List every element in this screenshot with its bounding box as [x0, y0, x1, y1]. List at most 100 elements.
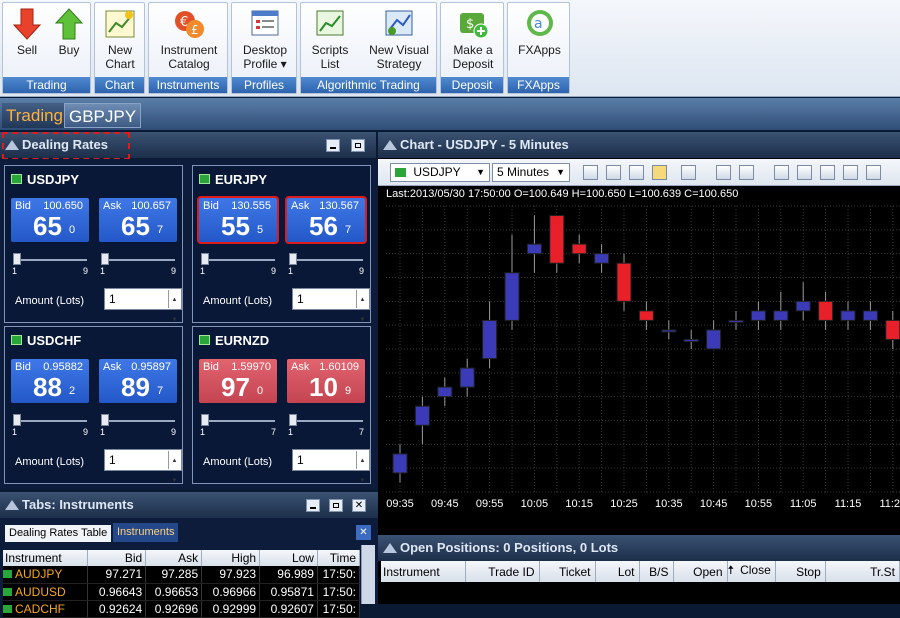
ask-slider[interactable]: 19 — [99, 251, 177, 276]
close-instruments-button[interactable]: ✕ — [352, 499, 366, 512]
slider-thumb[interactable] — [289, 253, 297, 265]
save-icon[interactable] — [866, 165, 881, 180]
buy-arrow-icon — [53, 7, 85, 41]
instrument-cell: CADCHF — [3, 600, 89, 618]
chart-type-icon[interactable] — [843, 165, 858, 180]
slider-thumb[interactable] — [13, 414, 21, 426]
minimize-instruments-button[interactable] — [306, 499, 320, 512]
ask-button[interactable]: Ask 130.567 56 7 — [285, 196, 367, 244]
indicators-icon[interactable] — [716, 165, 731, 180]
scripts-list-button[interactable]: Scripts List — [303, 7, 357, 71]
tab-trading[interactable]: Trading — [2, 103, 68, 128]
zoom-out-icon[interactable] — [606, 165, 621, 180]
chevron-down-icon: ▼ — [556, 167, 565, 177]
symbol-select[interactable]: USDJPY ▼ — [390, 163, 490, 182]
column-header[interactable]: Trade ID — [465, 561, 540, 582]
tab-gbpjpy[interactable]: GBPJPY — [64, 103, 142, 128]
maximize-instruments-button[interactable] — [329, 499, 343, 512]
tab-instruments[interactable]: Instruments — [113, 523, 179, 542]
slider-thumb[interactable] — [201, 253, 209, 265]
zoom-fit-icon[interactable] — [629, 165, 644, 180]
amount-spinner[interactable]: ▲ ▼ — [168, 451, 180, 484]
slider-thumb[interactable] — [101, 414, 109, 426]
fxapps-label: FXApps — [518, 43, 561, 57]
bid-button[interactable]: Bid 1.59970 97 0 — [199, 359, 277, 403]
bid-button[interactable]: Bid 100.650 65 0 — [11, 198, 89, 242]
column-header[interactable]: Time — [317, 550, 361, 566]
ask-slider[interactable]: 19 — [287, 251, 365, 276]
x-tick-label: 10:55 — [745, 498, 773, 510]
amount-spinner[interactable]: ▲ ▼ — [168, 290, 180, 323]
tab-dealing-rates-table[interactable]: Dealing Rates Table — [5, 525, 112, 542]
column-header[interactable]: Ask — [145, 550, 203, 566]
bid-button[interactable]: Bid 130.555 55 5 — [197, 196, 279, 244]
bid-slider[interactable]: 17 — [199, 412, 277, 437]
time-cell: 17:50: — [317, 600, 361, 618]
desktop-profile-button[interactable]: Desktop Profile ▾ — [234, 7, 296, 71]
zoom-in-icon[interactable] — [583, 165, 598, 180]
fxapps-button[interactable]: a FXApps — [510, 7, 569, 57]
bid-slider[interactable]: 19 — [11, 251, 89, 276]
instruments-scrollbar[interactable] — [361, 545, 375, 604]
column-header[interactable]: 🠅 Close — [727, 561, 776, 582]
minimize-dealing-button[interactable] — [326, 139, 340, 152]
scroll-icon[interactable] — [652, 165, 667, 180]
table-row[interactable]: CADCHF 0.92624 0.92696 0.92999 0.92607 1… — [3, 600, 361, 618]
amount-input[interactable]: 1 ▲ ▼ — [292, 288, 370, 323]
candle — [459, 367, 475, 388]
instrument-name: AUDUSD — [15, 584, 66, 599]
x-tick-label: 09:35 — [386, 498, 414, 510]
copy-icon[interactable] — [797, 165, 812, 180]
column-header[interactable]: Ticket — [539, 561, 596, 582]
close-tab-button[interactable]: ✕ — [356, 525, 371, 540]
make-deposit-button[interactable]: $ Make a Deposit — [443, 7, 503, 71]
high-cell: 97.923 — [201, 566, 261, 584]
price-chart[interactable]: 09:35 09:45 09:55 10:05 10:15 10:25 10:35 10:45… — [378, 202, 900, 535]
column-header[interactable]: Low — [259, 550, 318, 566]
column-header[interactable]: Bid — [87, 550, 147, 566]
slider-max: 9 — [170, 266, 176, 276]
amount-input[interactable]: 1 ▲ ▼ — [292, 449, 370, 484]
ask-slider[interactable]: 17 — [287, 412, 365, 437]
bid-label: Bid — [203, 361, 219, 373]
x-tick-label: 09:55 — [476, 498, 504, 510]
crosshair-icon[interactable] — [681, 165, 696, 180]
ask-button[interactable]: Ask 100.657 65 7 — [99, 198, 177, 242]
ask-button[interactable]: Ask 1.60109 10 9 — [287, 359, 365, 403]
amount-input[interactable]: 1 ▲ ▼ — [104, 288, 182, 323]
column-header[interactable]: Stop — [775, 561, 826, 582]
template-icon[interactable] — [820, 165, 835, 180]
deposit-icon: $ — [457, 7, 489, 41]
amount-spinner[interactable]: ▲ ▼ — [356, 290, 368, 323]
column-header[interactable]: Instrument — [381, 561, 466, 582]
column-header[interactable]: Tr.St — [825, 561, 900, 582]
column-header[interactable]: B/S — [639, 561, 674, 582]
new-chart-button[interactable]: New Chart — [97, 7, 143, 71]
print-icon[interactable] — [774, 165, 789, 180]
settings-icon[interactable] — [739, 165, 754, 180]
table-row[interactable]: AUDJPY 97.271 97.285 97.923 96.989 17:50… — [3, 566, 361, 584]
slider-min: 1 — [200, 427, 206, 437]
column-header[interactable]: Open — [673, 561, 728, 582]
bid-button[interactable]: Bid 0.95882 88 2 — [11, 359, 89, 403]
column-header[interactable]: Instrument — [3, 550, 89, 566]
column-header[interactable]: High — [201, 550, 261, 566]
timeframe-select[interactable]: 5 Minutes ▼ — [492, 163, 570, 182]
amount-input[interactable]: 1 ▲ ▼ — [104, 449, 182, 484]
ask-slider[interactable]: 19 — [99, 412, 177, 437]
slider-thumb[interactable] — [13, 253, 21, 265]
new-visual-strategy-button[interactable]: New Visual Strategy — [361, 7, 437, 71]
instrument-catalog-button[interactable]: € £ Instrument Catalog — [151, 7, 227, 71]
slider-thumb[interactable] — [101, 253, 109, 265]
column-header[interactable]: Lot — [595, 561, 640, 582]
buy-button[interactable]: Buy — [49, 7, 89, 57]
amount-spinner[interactable]: ▲ ▼ — [356, 451, 368, 484]
maximize-dealing-button[interactable] — [351, 139, 365, 152]
sell-button[interactable]: Sell — [7, 7, 47, 57]
ask-button[interactable]: Ask 0.95897 89 7 — [99, 359, 177, 403]
slider-thumb[interactable] — [201, 414, 209, 426]
table-row[interactable]: AUDUSD 0.96643 0.96653 0.96966 0.95871 1… — [3, 583, 361, 601]
bid-slider[interactable]: 19 — [199, 251, 277, 276]
bid-slider[interactable]: 19 — [11, 412, 89, 437]
slider-thumb[interactable] — [289, 414, 297, 426]
